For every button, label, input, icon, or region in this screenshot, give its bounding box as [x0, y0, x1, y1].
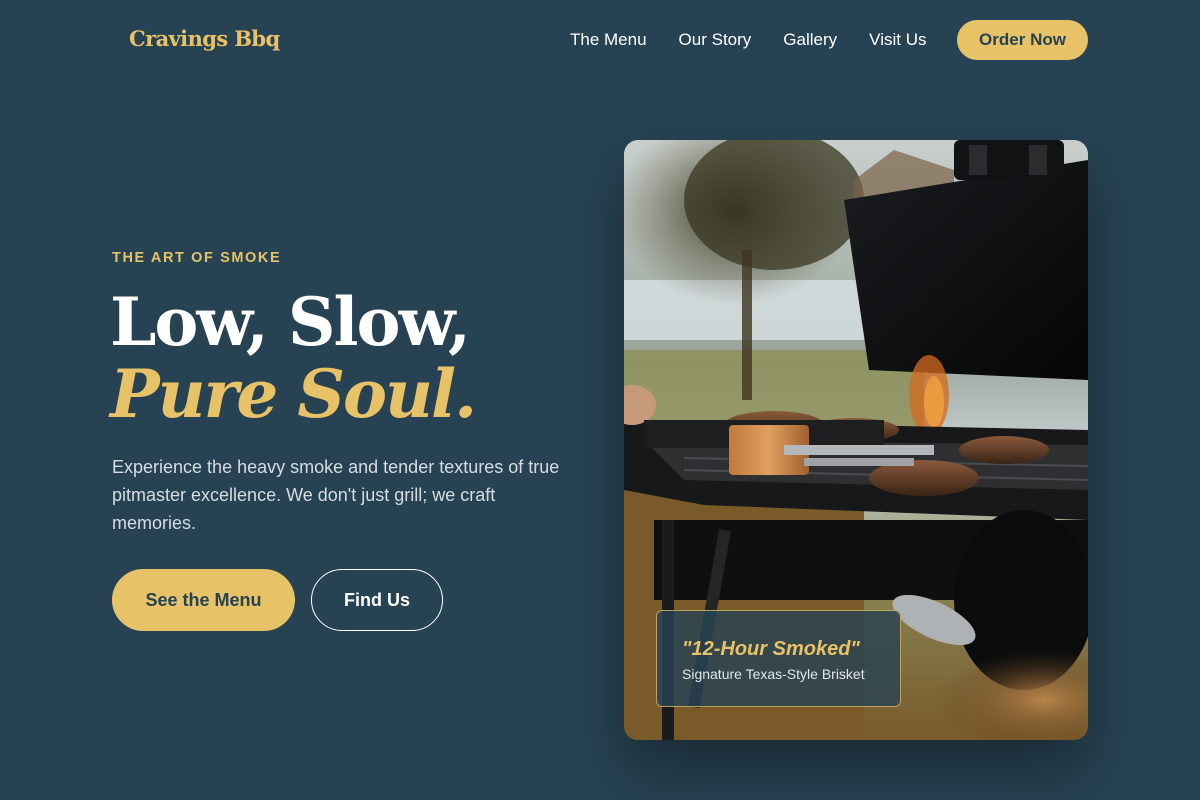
headline-line-1: Low, Slow, — [110, 283, 471, 361]
nav-link-gallery[interactable]: Gallery — [783, 30, 837, 50]
hero-headline: Low, Slow, Pure Soul. — [110, 283, 477, 433]
caption-subtitle: Signature Texas-Style Brisket — [682, 666, 865, 682]
nav-link-menu[interactable]: The Menu — [570, 30, 647, 50]
headline-line-2: Pure Soul. — [110, 355, 477, 433]
caption-title: "12-Hour Smoked" — [682, 638, 860, 660]
hero-description: Experience the heavy smoke and tender te… — [112, 457, 560, 533]
brisket-caption-card: "12-Hour Smoked" Signature Texas-Style B… — [656, 610, 901, 707]
order-now-button[interactable]: Order Now — [957, 20, 1088, 60]
main-nav: The Menu Our Story Gallery Visit Us — [570, 30, 958, 50]
site-header: Cravings Bbq The Menu Our Story Gallery … — [0, 0, 1200, 80]
find-us-button[interactable]: Find Us — [311, 569, 443, 631]
nav-link-story[interactable]: Our Story — [679, 30, 752, 50]
logo[interactable]: Cravings Bbq — [129, 26, 280, 51]
see-menu-button[interactable]: See the Menu — [112, 569, 295, 631]
hero-eyebrow: THE ART OF SMOKE — [112, 250, 282, 266]
nav-link-visit[interactable]: Visit Us — [869, 30, 926, 50]
